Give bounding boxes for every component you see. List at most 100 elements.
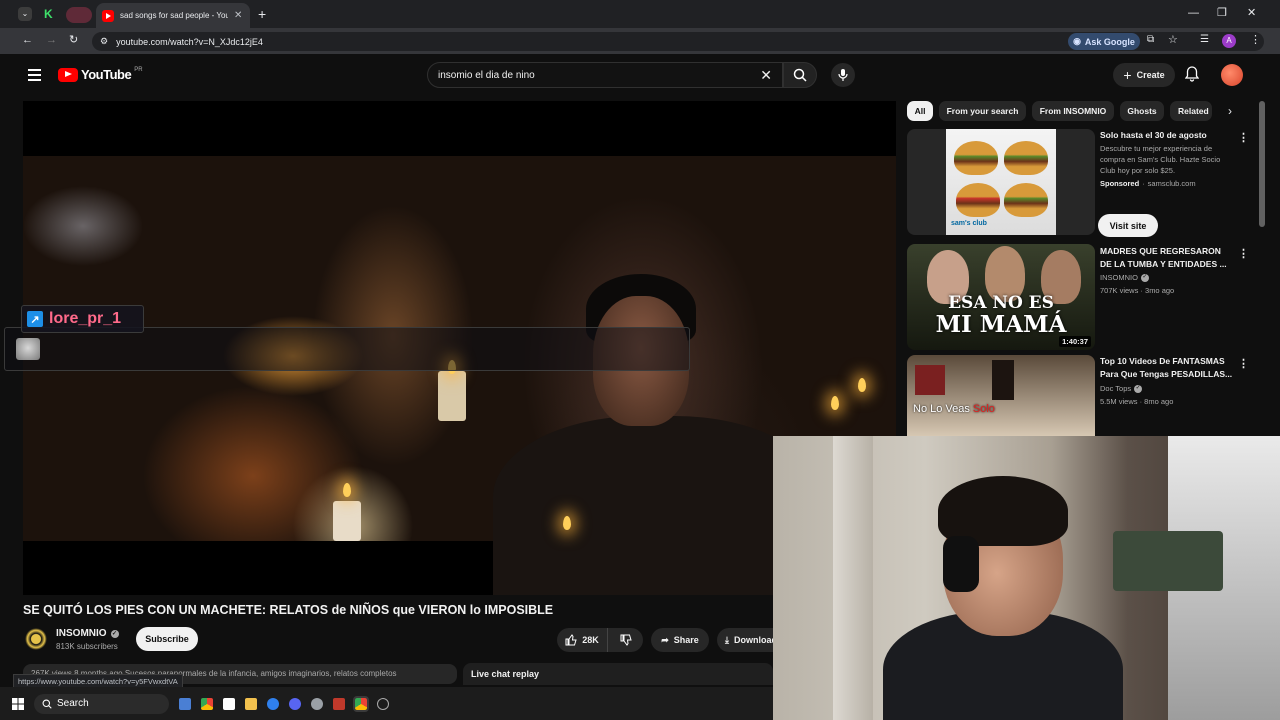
tab-title: sad songs for sad people - YouTube [120, 11, 228, 20]
kick-tab-icon[interactable]: K [44, 7, 58, 21]
microphone-icon [838, 69, 848, 81]
twitter-icon: ↗ [27, 311, 43, 327]
ask-google-button[interactable]: ◉ Ask Google [1068, 33, 1140, 50]
chips-next-icon[interactable]: › [1228, 104, 1232, 118]
verified-icon: ✓ [110, 629, 119, 638]
video-title-1[interactable]: MADRES QUE REGRESARON DE LA TUMBA Y ENTI… [1100, 245, 1234, 270]
chip-related[interactable]: Related [1170, 101, 1212, 121]
browser-menu-icon[interactable]: ⋮ [1250, 33, 1261, 46]
ad-thumbnail[interactable]: sam's club [907, 129, 1095, 235]
minimize-button[interactable]: — [1188, 7, 1199, 19]
thumbs-up-icon [565, 634, 577, 646]
thumbnail-caption-line-2: MI MAMÁ [935, 311, 1067, 338]
file-explorer-icon[interactable] [245, 697, 257, 710]
like-button[interactable]: 28K [557, 628, 607, 652]
back-icon[interactable]: ← [22, 34, 33, 46]
ask-google-label: Ask Google [1084, 36, 1135, 47]
page-scrollbar[interactable] [1259, 101, 1265, 227]
obs-icon[interactable] [377, 697, 389, 710]
dislike-button[interactable] [607, 628, 643, 652]
taskbar-search[interactable]: Search [34, 693, 169, 714]
candle-flame [343, 483, 351, 497]
ad-sponsor-row: Sponsored · samsclub.com [1100, 179, 1196, 188]
share-icon: ➦ [661, 634, 669, 645]
ad-brand-text: sam's club [951, 220, 987, 227]
clear-search-icon[interactable]: ✕ [760, 67, 772, 84]
candle [333, 501, 361, 541]
create-button[interactable]: + Create [1113, 63, 1175, 87]
search-button[interactable] [783, 62, 817, 88]
chat-user-avatar [16, 338, 40, 360]
task-view-icon[interactable] [179, 697, 191, 710]
live-chat-replay[interactable]: Live chat replay [463, 663, 773, 685]
video-thumbnail[interactable]: ESA NO ES MI MAMÁ 1:40:37 [907, 244, 1095, 350]
download-label: Download [733, 635, 773, 645]
channel-label[interactable]: INSOMNIO [1100, 272, 1138, 283]
restore-button[interactable]: ❐ [1217, 6, 1227, 19]
video-channel-1[interactable]: INSOMNIO ✓ [1100, 272, 1149, 283]
channel-name-row[interactable]: INSOMNIO ✓ [56, 628, 119, 639]
voice-search-button[interactable] [831, 63, 855, 87]
notifications-button[interactable] [1185, 66, 1199, 82]
thumbnail-caption-line-2: Solo [972, 403, 995, 415]
candle-flame [858, 378, 866, 392]
video-more-icon[interactable]: ⋮ [1238, 357, 1249, 370]
tab-list-icon[interactable]: ☰ [1200, 34, 1209, 45]
chip-from-insomnio[interactable]: From INSOMNIO [1032, 101, 1114, 121]
chrome-icon[interactable] [201, 697, 213, 710]
video-thumbnail[interactable]: No Lo Veas Solo [907, 355, 1095, 437]
profile-avatar[interactable]: A [1222, 34, 1236, 48]
ad-title[interactable]: Solo hasta el 30 de agosto [1100, 129, 1230, 142]
account-avatar[interactable] [1221, 64, 1243, 86]
close-window-button[interactable]: ✕ [1247, 6, 1256, 19]
ad-image: sam's club [946, 129, 1056, 235]
new-tab-button[interactable]: + [258, 6, 266, 22]
tab-search-button[interactable]: ⌄ [18, 7, 32, 21]
hamburger-menu-icon[interactable] [28, 69, 41, 84]
edge-icon[interactable] [267, 697, 279, 710]
channel-name[interactable]: INSOMNIO [56, 628, 107, 639]
channel-label[interactable]: Doc Tops [1100, 383, 1131, 394]
bookmark-star-icon[interactable]: ☆ [1168, 33, 1178, 46]
forward-icon[interactable]: → [46, 34, 57, 46]
visit-site-button[interactable]: Visit site [1098, 214, 1158, 237]
video-channel-2[interactable]: Doc Tops ✓ [1100, 383, 1143, 394]
windows-start-icon[interactable] [12, 697, 24, 710]
youtube-pinned-tab[interactable] [66, 7, 92, 23]
video-duration: 1:40:37 [1059, 336, 1091, 347]
install-icon[interactable]: ⧉ [1147, 34, 1154, 45]
chat-overlay-message [4, 327, 690, 371]
discord-icon[interactable] [289, 697, 301, 710]
create-label: Create [1136, 70, 1165, 80]
chip-all[interactable]: All [907, 101, 933, 121]
share-button[interactable]: ➦ Share [651, 628, 709, 652]
taskbar: Search [0, 687, 773, 720]
document-icon[interactable] [223, 697, 235, 710]
chip-from-your-search[interactable]: From your search [939, 101, 1026, 121]
video-more-icon[interactable]: ⋮ [1238, 247, 1249, 260]
settings-icon[interactable] [311, 697, 323, 710]
subscribe-button[interactable]: Subscribe [136, 627, 198, 651]
youtube-logo[interactable]: YouTube PR [58, 67, 143, 82]
app-icon[interactable] [333, 697, 345, 710]
site-info-icon[interactable]: ⚙ [100, 36, 108, 47]
candle [438, 371, 466, 421]
url-text: youtube.com/watch?v=N_XJdc12jE4 [116, 36, 263, 47]
channel-avatar[interactable] [25, 628, 47, 650]
active-tab[interactable]: sad songs for sad people - YouTube ✕ [96, 3, 250, 28]
reload-icon[interactable]: ↻ [69, 33, 78, 46]
chrome-active-icon[interactable] [353, 695, 369, 712]
verified-icon: ✓ [1140, 273, 1149, 282]
download-button[interactable]: ⤓ Download [717, 628, 773, 652]
ad-more-icon[interactable]: ⋮ [1238, 131, 1249, 144]
candle-flame [563, 516, 571, 530]
chip-ghosts[interactable]: Ghosts [1120, 101, 1164, 121]
video-title: SE QUITÓ LOS PIES CON UN MACHETE: RELATO… [23, 603, 554, 617]
webcam-overlay [773, 436, 1280, 720]
headphones-icon [943, 536, 979, 592]
search-input[interactable]: insomio el dia de nino ✕ [427, 62, 783, 88]
country-code: PR [134, 66, 143, 73]
video-title-2[interactable]: Top 10 Videos De FANTASMAS Para Que Teng… [1100, 355, 1234, 380]
close-tab-icon[interactable]: ✕ [234, 10, 242, 21]
thumbnail-caption-line-1: No Lo Veas [913, 403, 970, 415]
